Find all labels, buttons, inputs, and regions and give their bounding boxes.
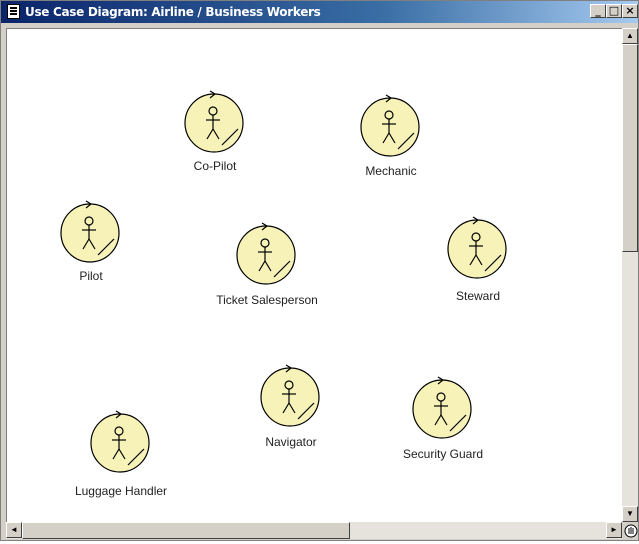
scroll-up-button[interactable]: ▲ [622, 28, 638, 44]
actor-label: Co-Pilot [193, 159, 237, 173]
business-worker-icon [60, 200, 120, 263]
horizontal-scrollbar[interactable]: ◄ ► [6, 522, 622, 539]
business-worker-icon [184, 90, 244, 153]
actor-label: Navigator [265, 435, 317, 449]
actor-label: Pilot [79, 269, 103, 283]
actor-luggage-handler[interactable]: Luggage Handler [56, 409, 186, 519]
actor-ticket-salesperson[interactable]: Ticket Salesperson [202, 221, 332, 331]
vertical-scroll-thumb[interactable] [622, 44, 638, 252]
actor-pilot[interactable]: Pilot [26, 199, 156, 309]
scroll-down-button[interactable]: ▼ [622, 506, 638, 522]
actor-steward[interactable]: Steward [413, 215, 543, 325]
business-worker-icon [260, 364, 320, 427]
scroll-left-button[interactable]: ◄ [6, 522, 22, 538]
actor-label: Ticket Salesperson [216, 293, 318, 307]
document-icon [7, 4, 20, 19]
business-worker-icon [412, 376, 472, 439]
scroll-right-button[interactable]: ► [606, 522, 622, 538]
close-button[interactable]: × [622, 4, 638, 18]
diagram-canvas[interactable]: Co-Pilot Mechanic Pilot Ticket Salespers… [6, 28, 623, 523]
diagram-window: Use Case Diagram: Airline / Business Wor… [0, 0, 639, 541]
maximize-button[interactable]: □ [606, 4, 622, 18]
business-worker-icon [447, 216, 507, 279]
business-worker-icon [236, 222, 296, 285]
vertical-scrollbar[interactable]: ▲ ▼ [622, 28, 638, 522]
actor-label: Mechanic [365, 164, 417, 178]
actor-navigator[interactable]: Navigator [226, 363, 356, 473]
actor-label: Security Guard [402, 447, 484, 461]
hand-icon [624, 524, 638, 538]
resize-grip[interactable] [622, 522, 638, 539]
actor-mechanic[interactable]: Mechanic [326, 93, 456, 203]
business-worker-icon [360, 94, 420, 157]
horizontal-scroll-thumb[interactable] [22, 522, 350, 539]
business-worker-icon [90, 410, 150, 473]
actor-security-guard[interactable]: Security Guard [378, 375, 508, 485]
title-bar[interactable]: Use Case Diagram: Airline / Business Wor… [1, 1, 638, 23]
actor-label: Steward [455, 289, 501, 303]
actor-co-pilot[interactable]: Co-Pilot [150, 89, 280, 199]
minimize-button[interactable]: _ [590, 4, 606, 18]
actor-label: Luggage Handler [74, 484, 168, 498]
window-title: Use Case Diagram: Airline / Business Wor… [25, 5, 321, 19]
